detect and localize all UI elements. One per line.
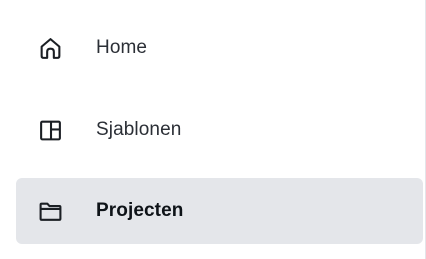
sidebar-nav: Home Sjablonen Projecten — [0, 0, 426, 259]
folder-icon — [38, 199, 63, 224]
sidebar-item-projects[interactable]: Projecten — [16, 178, 423, 244]
sidebar-item-home[interactable]: Home — [16, 15, 423, 81]
sidebar-item-label: Sjablonen — [96, 119, 182, 140]
home-icon — [38, 36, 63, 61]
templates-icon — [38, 118, 63, 143]
sidebar-item-label: Home — [96, 37, 148, 58]
sidebar-item-templates[interactable]: Sjablonen — [16, 97, 423, 163]
sidebar-item-label: Projecten — [96, 200, 184, 221]
